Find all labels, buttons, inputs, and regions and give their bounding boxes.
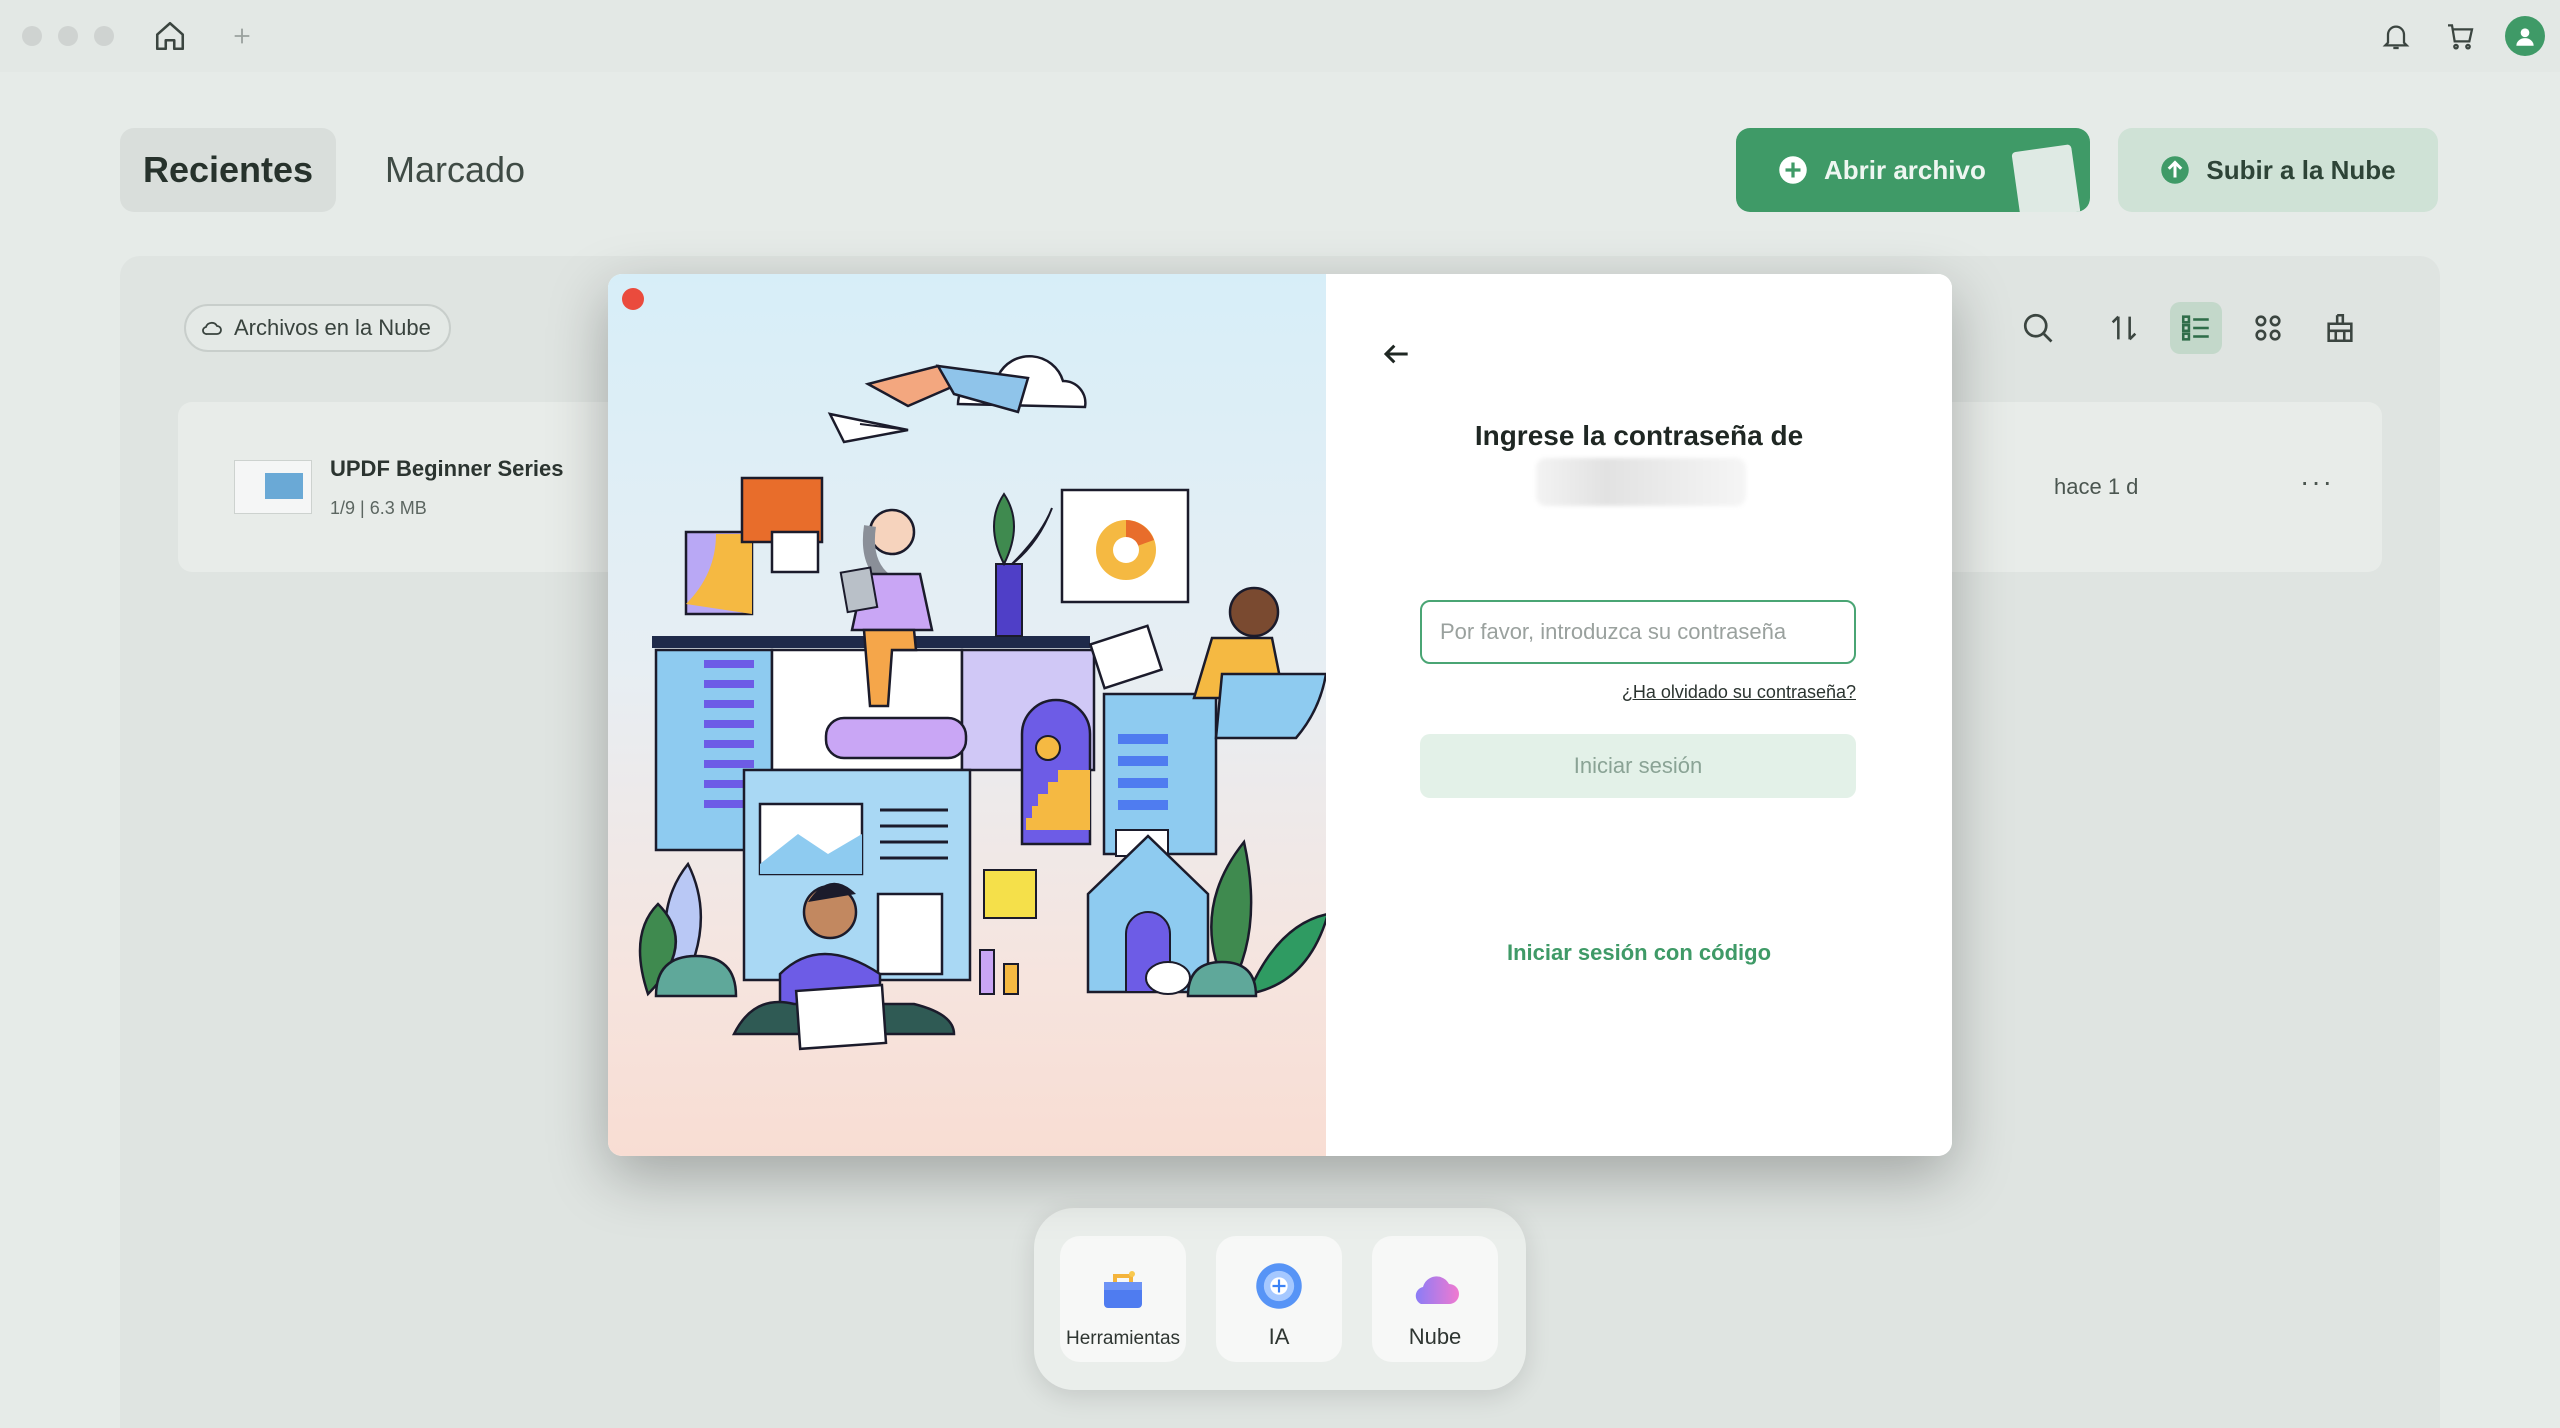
cart-icon[interactable]	[2440, 16, 2480, 56]
login-button-label: Iniciar sesión	[1573, 753, 1703, 778]
user-avatar-icon[interactable]	[2505, 16, 2545, 56]
login-button[interactable]: Iniciar sesión	[1420, 734, 1856, 798]
dock-tools-button[interactable]: Herramientas	[1060, 1236, 1186, 1362]
document-decoration-icon	[2011, 144, 2081, 212]
upload-cloud-label: Subir a la Nube	[2206, 154, 2396, 185]
dialog-title: Ingrese la contraseña de	[1474, 420, 1804, 451]
upload-arrow-icon	[2161, 156, 2190, 184]
dock-tools-label: Herramientas	[1065, 1328, 1181, 1349]
grid-view-icon[interactable]	[2242, 302, 2294, 354]
file-time: hace 1 d	[2054, 474, 2139, 499]
window-zoom-button[interactable]	[94, 26, 114, 46]
file-meta: 1/9 | 6.3 MB	[330, 498, 427, 518]
list-view-icon[interactable]	[2170, 302, 2222, 354]
cloud-files-filter[interactable]: Archivos en la Nube	[184, 304, 451, 352]
dialog-close-button[interactable]	[622, 288, 644, 310]
more-options-icon[interactable]: ···	[2300, 466, 2334, 498]
back-arrow-icon[interactable]	[1376, 334, 1416, 374]
login-with-code-link[interactable]: Iniciar sesión con código	[1326, 940, 1952, 966]
file-name: UPDF Beginner Series	[330, 456, 564, 481]
tab-marked-label: Marcado	[384, 149, 526, 190]
dock-cloud-button[interactable]: Nube	[1372, 1236, 1498, 1362]
tab-marked[interactable]: Marcado	[370, 128, 540, 212]
ai-orb-icon	[1256, 1263, 1302, 1309]
toolbox-icon	[1104, 1271, 1142, 1308]
password-input[interactable]	[1420, 600, 1856, 664]
home-icon[interactable]	[150, 16, 190, 56]
open-file-button[interactable]: Abrir archivo	[1736, 128, 2090, 212]
file-thumbnail	[234, 460, 312, 514]
search-icon[interactable]	[2012, 302, 2064, 354]
dialog-illustration-panel	[608, 274, 1330, 1156]
open-file-label: Abrir archivo	[1824, 154, 1986, 185]
workspace-illustration	[638, 355, 1330, 1051]
plus-circle-icon	[1779, 156, 1807, 184]
window-close-button[interactable]	[22, 26, 42, 46]
forgot-password-link[interactable]: ¿Ha olvidado su contraseña?	[1420, 682, 1856, 703]
file-pages: 1/9	[330, 498, 356, 518]
dock-ai-button[interactable]: IA	[1216, 1236, 1342, 1362]
clean-basket-icon[interactable]	[2314, 302, 2366, 354]
dock-cloud-label: Nube	[1408, 1324, 1462, 1349]
new-tab-plus-icon[interactable]	[222, 16, 262, 56]
sort-icon[interactable]	[2098, 302, 2150, 354]
dialog-form-panel: Ingrese la contraseña de ¿Ha olvidado su…	[1326, 274, 1952, 1156]
cloud-color-icon	[1415, 1276, 1459, 1304]
dock-ai-label: IA	[1268, 1324, 1290, 1349]
upload-cloud-button[interactable]: Subir a la Nube	[2118, 128, 2438, 212]
cloud-files-label: Archivos en la Nube	[234, 315, 431, 340]
window-minimize-button[interactable]	[58, 26, 78, 46]
login-dialog: Ingrese la contraseña de ¿Ha olvidado su…	[608, 274, 1952, 1156]
title-bar	[0, 0, 2560, 72]
file-size: 6.3 MB	[369, 498, 427, 518]
cloud-icon	[202, 321, 222, 335]
redacted-email	[1536, 458, 1746, 506]
bell-icon[interactable]	[2376, 16, 2416, 56]
tab-recent-label: Recientes	[142, 149, 314, 190]
tab-recent[interactable]: Recientes	[120, 128, 336, 212]
